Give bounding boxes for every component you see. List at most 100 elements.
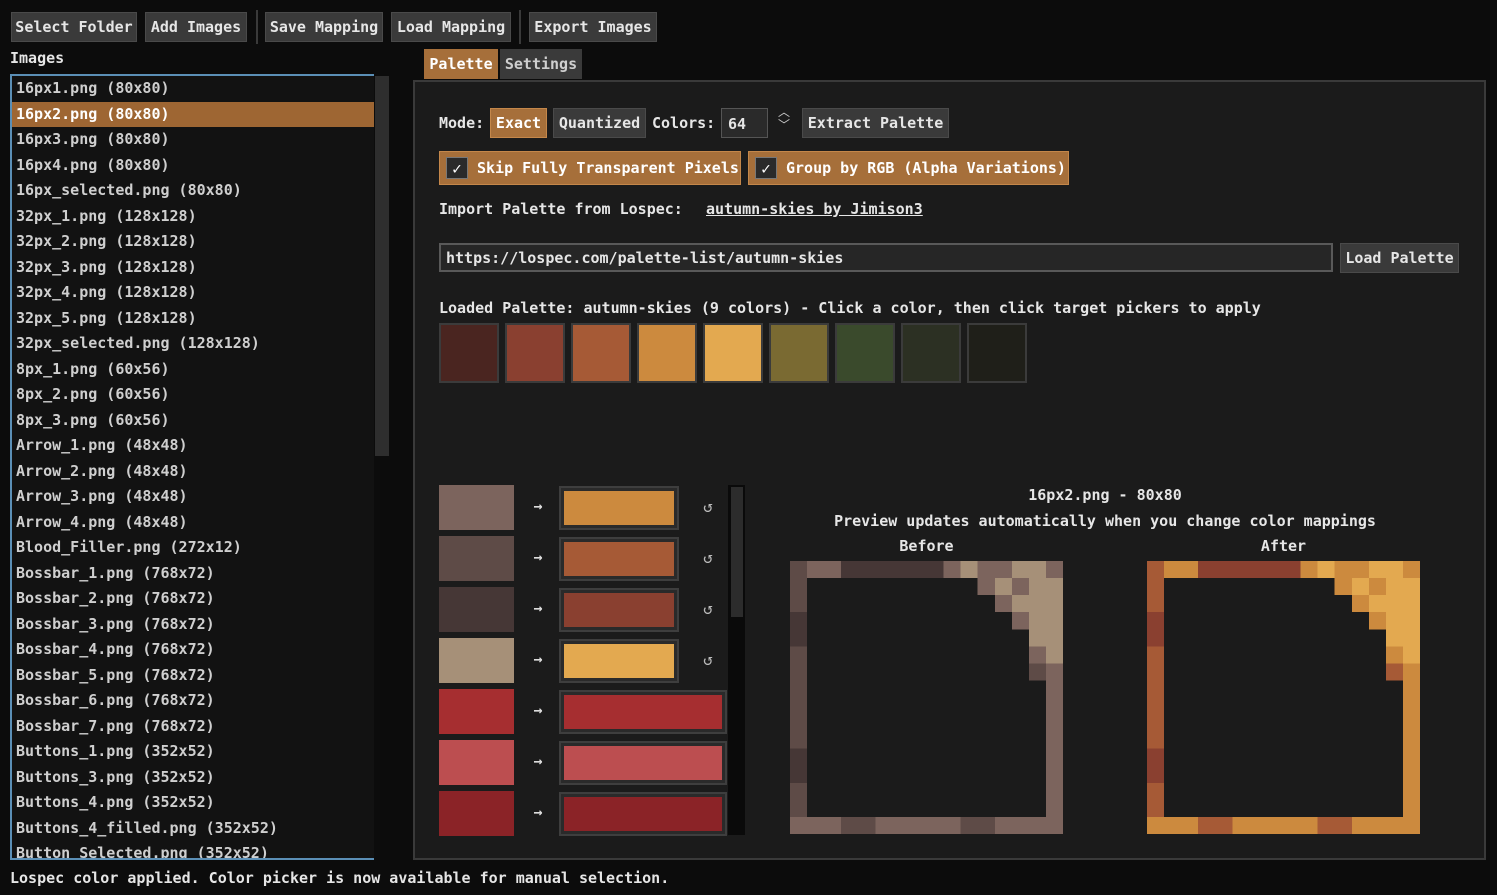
target-color-picker[interactable]: [559, 690, 727, 734]
images-header: Images: [10, 49, 65, 67]
loaded-palette-text: Loaded Palette: autumn-skies (9 colors) …: [439, 299, 1261, 317]
lospec-palette-link[interactable]: autumn-skies by Jimison3: [706, 200, 923, 218]
reset-icon[interactable]: ↺: [699, 650, 717, 669]
list-item[interactable]: 16px2.png (80x80): [12, 101, 374, 127]
target-color-fill: [564, 797, 722, 831]
source-color-swatch: [439, 740, 514, 785]
load-mapping-button[interactable]: Load Mapping: [391, 12, 511, 42]
group-by-rgb-toggle[interactable]: ✓ Group by RGB (Alpha Variations): [748, 151, 1069, 185]
target-color-picker[interactable]: [559, 537, 679, 581]
source-color-swatch: [439, 689, 514, 734]
target-color-fill: [564, 644, 674, 678]
extract-palette-button[interactable]: Extract Palette: [802, 108, 949, 138]
source-color-swatch: [439, 638, 514, 683]
list-item[interactable]: 8px_1.png (60x56): [12, 357, 374, 383]
mode-label: Mode:: [439, 114, 485, 132]
list-item[interactable]: Bossbar_6.png (768x72): [12, 688, 374, 714]
preview-subtitle: Preview updates automatically when you c…: [834, 512, 1376, 530]
target-color-picker[interactable]: [559, 792, 727, 836]
list-item[interactable]: 16px_selected.png (80x80): [12, 178, 374, 204]
source-color-swatch: [439, 791, 514, 836]
checkbox-checked-icon[interactable]: ✓: [755, 157, 777, 179]
list-item[interactable]: 16px4.png (80x80): [12, 153, 374, 179]
list-item[interactable]: Arrow_4.png (48x48): [12, 510, 374, 536]
list-item[interactable]: 32px_selected.png (128x128): [12, 331, 374, 357]
target-color-picker[interactable]: [559, 741, 727, 785]
list-item[interactable]: Bossbar_7.png (768x72): [12, 714, 374, 740]
source-color-swatch: [439, 536, 514, 581]
target-color-fill: [564, 695, 722, 729]
image-list[interactable]: 16px1.png (80x80) 16px2.png (80x80) 16px3.…: [10, 74, 374, 860]
list-item[interactable]: Buttons_3.png (352x52): [12, 765, 374, 791]
list-item[interactable]: Buttons_4.png (352x52): [12, 790, 374, 816]
group-by-rgb-label: Group by RGB (Alpha Variations): [786, 159, 1066, 177]
mapping-scroll-thumb[interactable]: [731, 487, 743, 617]
select-folder-button[interactable]: Select Folder: [11, 12, 137, 42]
skip-transparent-label: Skip Fully Transparent Pixels: [477, 159, 739, 177]
palette-swatch[interactable]: [967, 323, 1027, 383]
image-list-scroll-thumb[interactable]: [375, 76, 389, 456]
list-item[interactable]: Buttons_1.png (352x52): [12, 739, 374, 765]
before-preview-image: [790, 561, 1063, 834]
list-item[interactable]: 8px_3.png (60x56): [12, 408, 374, 434]
arrow-right-icon: →: [533, 701, 543, 719]
tab-settings[interactable]: Settings: [500, 49, 582, 79]
target-color-picker[interactable]: [559, 639, 679, 683]
colors-label: Colors:: [652, 114, 716, 132]
arrow-right-icon: →: [533, 803, 543, 821]
arrow-right-icon: →: [533, 497, 543, 515]
status-message: Lospec color applied. Color picker is no…: [10, 869, 670, 887]
list-item[interactable]: Bossbar_3.png (768x72): [12, 612, 374, 638]
target-color-picker[interactable]: [559, 486, 679, 530]
list-item[interactable]: 32px_5.png (128x128): [12, 306, 374, 332]
list-item[interactable]: 32px_4.png (128x128): [12, 280, 374, 306]
skip-transparent-toggle[interactable]: ✓ Skip Fully Transparent Pixels: [439, 151, 741, 185]
target-color-picker[interactable]: [559, 588, 679, 632]
export-images-button[interactable]: Export Images: [529, 12, 657, 42]
list-item[interactable]: Button_Selected.png (352x52): [12, 841, 374, 858]
list-item[interactable]: Bossbar_1.png (768x72): [12, 561, 374, 587]
list-item[interactable]: 16px1.png (80x80): [12, 76, 374, 102]
palette-swatch[interactable]: [571, 323, 631, 383]
palette-swatch[interactable]: [439, 323, 499, 383]
list-item[interactable]: 32px_2.png (128x128): [12, 229, 374, 255]
list-item[interactable]: Bossbar_2.png (768x72): [12, 586, 374, 612]
list-item[interactable]: Arrow_1.png (48x48): [12, 433, 374, 459]
load-palette-button[interactable]: Load Palette: [1340, 243, 1459, 273]
arrow-right-icon: →: [533, 752, 543, 770]
add-images-button[interactable]: Add Images: [145, 12, 247, 42]
list-item[interactable]: Arrow_3.png (48x48): [12, 484, 374, 510]
list-item[interactable]: Buttons_4_filled.png (352x52): [12, 816, 374, 842]
toolbar-separator: [519, 10, 521, 44]
list-item[interactable]: 32px_3.png (128x128): [12, 255, 374, 281]
checkbox-checked-icon[interactable]: ✓: [446, 157, 468, 179]
list-item[interactable]: Bossbar_5.png (768x72): [12, 663, 374, 689]
list-item[interactable]: Blood_Filler.png (272x12): [12, 535, 374, 561]
palette-swatch[interactable]: [637, 323, 697, 383]
tab-palette[interactable]: Palette: [424, 49, 498, 79]
stepper-down-icon[interactable]: ﹀: [774, 119, 794, 132]
mode-exact-button[interactable]: Exact: [490, 108, 547, 138]
arrow-right-icon: →: [533, 548, 543, 566]
before-label: Before: [899, 537, 954, 555]
colors-stepper-icon[interactable]: ︿ ﹀: [774, 106, 794, 138]
list-item[interactable]: 32px_1.png (128x128): [12, 204, 374, 230]
list-item[interactable]: Arrow_2.png (48x48): [12, 459, 374, 485]
reset-icon[interactable]: ↺: [699, 599, 717, 618]
list-item[interactable]: 16px3.png (80x80): [12, 127, 374, 153]
palette-swatch[interactable]: [769, 323, 829, 383]
palette-swatch[interactable]: [703, 323, 763, 383]
palette-swatch[interactable]: [901, 323, 961, 383]
lospec-url-input[interactable]: https://lospec.com/palette-list/autumn-s…: [439, 243, 1333, 272]
target-color-fill: [564, 746, 722, 780]
colors-input[interactable]: 64: [721, 108, 768, 138]
save-mapping-button[interactable]: Save Mapping: [265, 12, 383, 42]
reset-icon[interactable]: ↺: [699, 497, 717, 516]
list-item[interactable]: 8px_2.png (60x56): [12, 382, 374, 408]
mode-quantized-button[interactable]: Quantized: [553, 108, 646, 138]
palette-swatch[interactable]: [505, 323, 565, 383]
list-item[interactable]: Bossbar_4.png (768x72): [12, 637, 374, 663]
after-preview-image: [1147, 561, 1420, 834]
palette-swatch[interactable]: [835, 323, 895, 383]
reset-icon[interactable]: ↺: [699, 548, 717, 567]
